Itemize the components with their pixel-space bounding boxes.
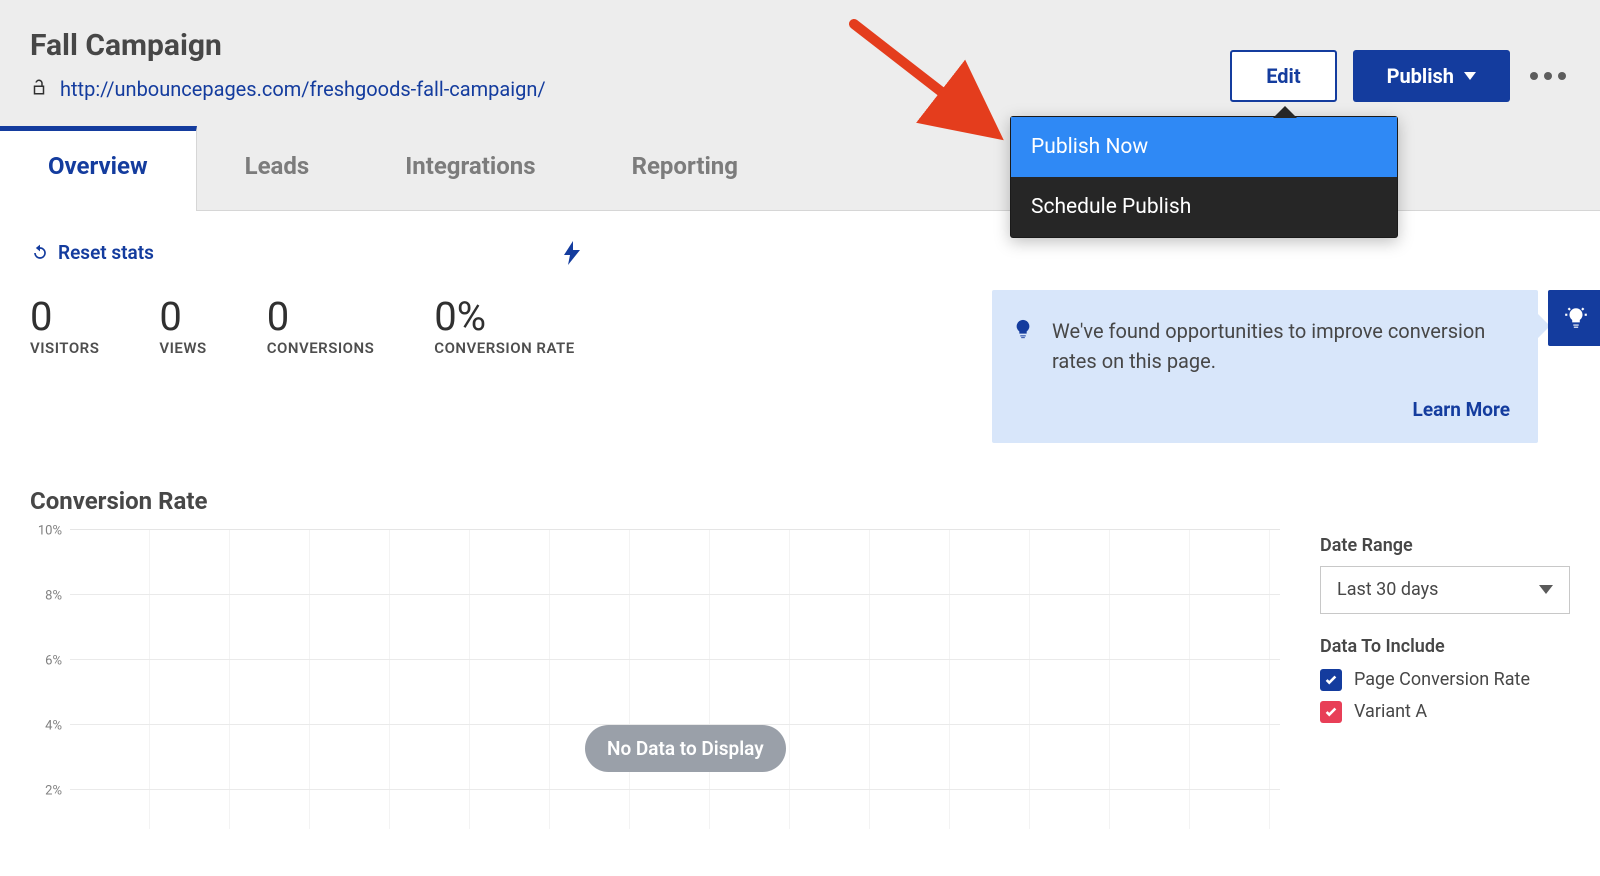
- no-data-badge: No Data to Display: [585, 725, 786, 772]
- include-option-label: Variant A: [1354, 701, 1427, 722]
- publish-button[interactable]: Publish: [1353, 50, 1510, 102]
- caret-down-icon: [1539, 585, 1553, 594]
- data-include-label: Data To Include: [1320, 636, 1570, 657]
- stat-rate-value: 0%: [434, 297, 574, 337]
- stat-rate-label: CONVERSION RATE: [434, 339, 574, 357]
- more-menu-button[interactable]: [1526, 66, 1570, 86]
- conversion-chart: 10% 8% 6% 4% 2% No Data to Display: [30, 529, 1280, 829]
- include-option-label: Page Conversion Rate: [1354, 669, 1530, 690]
- opportunity-notice: We've found opportunities to improve con…: [992, 290, 1538, 443]
- checkbox-variant-a[interactable]: [1320, 701, 1342, 723]
- chart-title: Conversion Rate: [30, 487, 1570, 515]
- tab-reporting[interactable]: Reporting: [584, 126, 786, 210]
- stat-conversions-label: CONVERSIONS: [267, 339, 375, 357]
- date-range-label: Date Range: [1320, 535, 1570, 556]
- y-tick: 4%: [30, 718, 62, 733]
- learn-more-link[interactable]: Learn More: [1052, 398, 1510, 421]
- publish-dropdown: Publish Now Schedule Publish: [1010, 116, 1398, 238]
- y-tick: 2%: [30, 783, 62, 798]
- annotation-arrow-icon: [848, 18, 1018, 148]
- page-url-link[interactable]: http://unbouncepages.com/freshgoods-fall…: [60, 77, 546, 101]
- unlock-icon: [30, 77, 48, 101]
- publish-button-label: Publish: [1387, 64, 1454, 88]
- stat-views-label: VIEWS: [159, 339, 206, 357]
- menu-item-schedule-publish[interactable]: Schedule Publish: [1011, 177, 1397, 237]
- edit-button[interactable]: Edit: [1230, 50, 1336, 102]
- y-tick: 6%: [30, 653, 62, 668]
- reset-stats-link[interactable]: Reset stats: [30, 241, 154, 264]
- stat-conversions-value: 0: [267, 297, 375, 337]
- tab-overview[interactable]: Overview: [0, 126, 197, 210]
- lightbulb-icon: [1563, 305, 1589, 331]
- reset-stats-label: Reset stats: [58, 241, 154, 264]
- page-title: Fall Campaign: [30, 28, 546, 63]
- stat-visitors-label: VISITORS: [30, 339, 99, 357]
- insights-toggle-button[interactable]: [1548, 290, 1600, 346]
- tab-leads[interactable]: Leads: [197, 126, 358, 210]
- y-tick: 10%: [30, 523, 62, 538]
- stat-visitors-value: 0: [30, 297, 99, 337]
- notice-text: We've found opportunities to improve con…: [1052, 316, 1510, 376]
- lightbulb-icon: [1012, 318, 1034, 344]
- bolt-icon: [564, 241, 580, 265]
- menu-item-publish-now[interactable]: Publish Now: [1011, 117, 1397, 177]
- y-tick: 8%: [30, 588, 62, 603]
- checkbox-page-conversion[interactable]: [1320, 669, 1342, 691]
- refresh-icon: [30, 243, 50, 263]
- date-range-select[interactable]: Last 30 days: [1320, 566, 1570, 614]
- date-range-value: Last 30 days: [1337, 579, 1438, 600]
- tab-integrations[interactable]: Integrations: [357, 126, 583, 210]
- caret-down-icon: [1464, 72, 1476, 80]
- stat-views-value: 0: [159, 297, 206, 337]
